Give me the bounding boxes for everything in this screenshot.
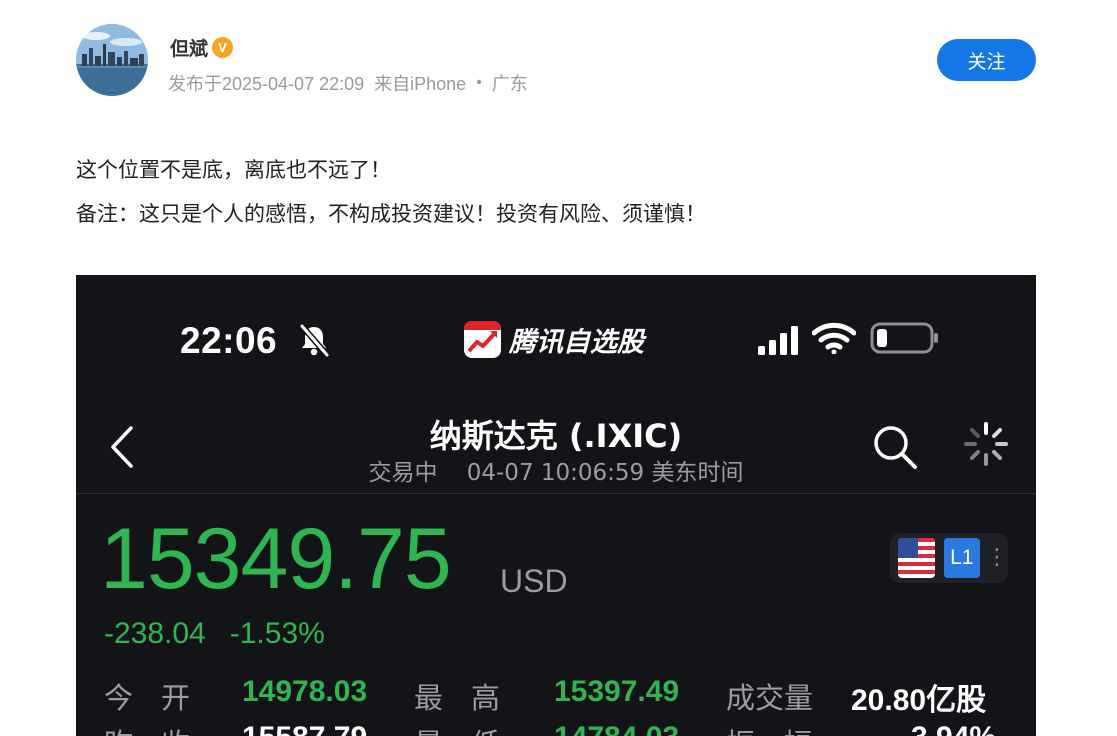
post-image[interactable]: 22:06 腾讯自选股 纳斯达克 (.IXIC) 交易中 04-07 10:06…	[76, 275, 1036, 736]
app-brand: 腾讯自选股	[464, 320, 644, 359]
post-source: 来自iPhone	[374, 74, 467, 94]
market-badge-group[interactable]: L1 ⋮	[890, 533, 1008, 583]
wifi-icon	[811, 322, 857, 358]
status-bar-indicators	[758, 322, 940, 358]
change-amount: -238.04	[104, 617, 206, 650]
currency-label: USD	[500, 563, 568, 599]
stat-label-open: 今开	[104, 681, 219, 715]
app-logo-icon	[464, 321, 501, 358]
stat-label-amplitude: 振幅	[726, 721, 840, 736]
status-bar-time: 22:06	[180, 320, 278, 361]
author-avatar[interactable]	[76, 24, 148, 96]
stat-value-volume: 20.80亿股	[851, 684, 987, 717]
publish-time: 发布于2025-04-07 22:09	[168, 74, 365, 94]
stat-label-prev-close: 昨收	[104, 721, 218, 736]
signal-icon	[758, 325, 798, 355]
mute-bell-icon	[296, 322, 332, 362]
stat-label-low: 最低	[414, 721, 528, 736]
post-line: 这个位置不是底，离底也不远了！	[76, 158, 391, 182]
avatar-skyline-image	[76, 24, 148, 96]
price-change: -238.04 -1.53%	[104, 617, 325, 651]
post-meta: 发布于2025-04-07 22:09 来自iPhone • 广东	[168, 70, 528, 96]
search-icon[interactable]	[871, 423, 919, 475]
stat-value-amplitude: 3.94%	[911, 721, 996, 736]
author-name[interactable]: 但斌	[170, 34, 208, 61]
last-price: 15349.75	[100, 511, 452, 607]
stat-value-open: 14978.03	[242, 675, 368, 708]
stat-label-high: 最高	[414, 681, 529, 715]
stat-value-prev-close: 15587.79	[242, 721, 367, 736]
change-percent: -1.53%	[229, 617, 325, 650]
author-line: 但斌 V	[170, 34, 234, 61]
post-body: 这个位置不是底，离底也不远了！ 备注：这只是个人的感悟，不构成投资建议！投资有风…	[76, 148, 706, 236]
follow-button[interactable]: 关注	[937, 39, 1036, 81]
post-line: 备注：这只是个人的感悟，不构成投资建议！投资有风险、须谨慎！	[76, 202, 706, 226]
level1-badge: L1	[943, 538, 980, 578]
loading-icon[interactable]	[963, 421, 1009, 471]
stat-value-high: 15397.49	[554, 675, 680, 708]
more-icon[interactable]: ⋮	[986, 547, 1008, 569]
us-flag-icon	[898, 538, 935, 578]
stat-label-volume: 成交量	[726, 681, 814, 715]
app-name: 腾讯自选股	[509, 327, 644, 358]
stats-row: 昨收 15587.79 最低 14784.03 振幅 3.94%	[76, 721, 1036, 736]
stat-value-low: 14784.03	[554, 721, 679, 736]
verified-badge-icon: V	[212, 37, 234, 58]
stats-row: 今开 14978.03 最高 15397.49 成交量 20.80亿股	[76, 675, 1036, 719]
meta-separator: •	[476, 74, 482, 91]
post-location: 广东	[491, 74, 528, 94]
header-divider	[76, 493, 1036, 494]
battery-icon	[870, 322, 940, 358]
